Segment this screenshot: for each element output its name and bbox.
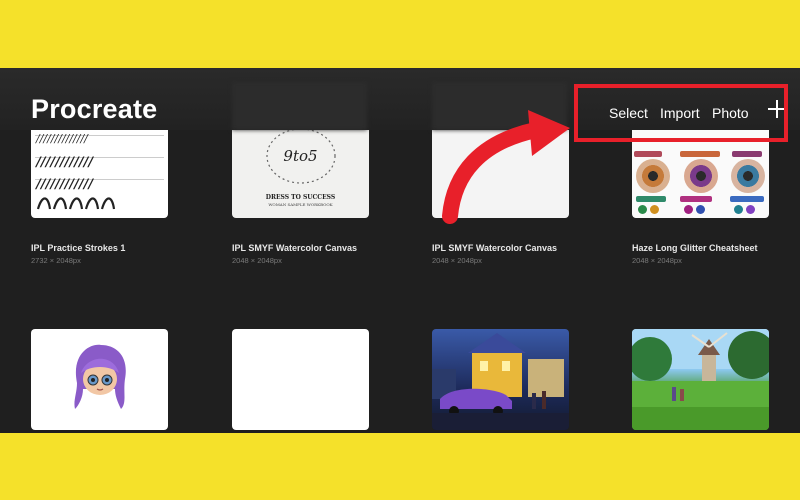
artwork-thumbnail-5[interactable] bbox=[31, 329, 168, 430]
thumb-title: 9to5 bbox=[283, 147, 318, 165]
street-scene-icon bbox=[432, 333, 569, 430]
artwork-title-2: IPL SMYF Watercolor Canvas bbox=[232, 243, 358, 253]
top-yellow-band bbox=[0, 0, 800, 68]
bottom-yellow-band bbox=[0, 433, 800, 500]
gem-dot bbox=[638, 205, 647, 214]
artwork-size-2: 2048 × 2048px bbox=[232, 256, 282, 265]
artwork-size-3: 2048 × 2048px bbox=[432, 256, 482, 265]
gallery-screen: ////////////// //////////// ////////////… bbox=[0, 68, 800, 433]
header-blur-1 bbox=[232, 82, 367, 130]
artwork-size-4: 2048 × 2048px bbox=[632, 256, 682, 265]
eye-swatch bbox=[731, 159, 765, 193]
character-icon bbox=[74, 344, 126, 409]
curl-strokes-icon bbox=[36, 197, 116, 210]
artwork-thumbnail-6[interactable] bbox=[232, 329, 369, 430]
artwork-title-3: IPL SMYF Watercolor Canvas bbox=[432, 243, 558, 253]
artwork-thumbnail-1[interactable]: ////////////// //////////// //////////// bbox=[31, 117, 168, 218]
artwork-thumbnail-2[interactable]: 9to5 DRESS TO SUCCESS WOMAN SAMPLE WORKB… bbox=[232, 117, 369, 218]
color-swatch bbox=[730, 196, 764, 202]
gem-dot bbox=[650, 205, 659, 214]
thumb-line-1: DRESS TO SUCCESS bbox=[265, 194, 336, 201]
gem-dot bbox=[746, 205, 755, 214]
stroke-row-1: ////////////// bbox=[36, 132, 88, 145]
color-swatch bbox=[634, 151, 662, 157]
color-swatch bbox=[732, 151, 762, 157]
meadow-scene-icon bbox=[632, 329, 769, 430]
thumb-line-2: WOMAN SAMPLE WORKBOOK bbox=[268, 202, 333, 207]
artwork-title-1: IPL Practice Strokes 1 bbox=[31, 243, 126, 253]
color-swatch bbox=[636, 196, 666, 202]
eye-swatch bbox=[636, 159, 670, 193]
eye-swatch bbox=[684, 159, 718, 193]
gem-dot bbox=[734, 205, 743, 214]
color-swatch bbox=[680, 196, 712, 202]
artwork-thumbnail-8[interactable] bbox=[632, 329, 769, 430]
gem-dot bbox=[684, 205, 693, 214]
artwork-thumbnail-7[interactable] bbox=[432, 329, 569, 430]
color-swatch bbox=[680, 151, 720, 157]
gem-dot bbox=[696, 205, 705, 214]
red-highlight-box bbox=[574, 84, 788, 142]
stroke-row-2: //////////// bbox=[36, 155, 93, 170]
artwork-size-1: 2732 × 2048px bbox=[31, 256, 81, 265]
red-arrow-icon bbox=[442, 110, 570, 224]
app-title: Procreate bbox=[31, 94, 158, 124]
artwork-title-4: Haze Long Glitter Cheatsheet bbox=[632, 243, 758, 253]
stroke-row-3: //////////// bbox=[36, 177, 93, 192]
